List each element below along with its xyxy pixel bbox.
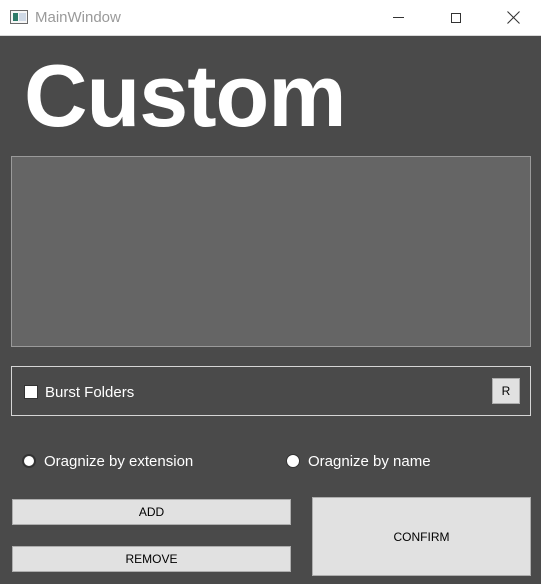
confirm-button[interactable]: CONFIRM xyxy=(312,497,531,576)
add-button[interactable]: ADD xyxy=(12,499,291,525)
maximize-icon xyxy=(451,12,461,23)
organize-by-name-label[interactable]: Oragnize by name xyxy=(308,453,431,470)
organize-by-extension-radio[interactable] xyxy=(22,454,36,468)
remove-button[interactable]: REMOVE xyxy=(12,546,291,572)
minimize-icon xyxy=(392,17,404,18)
folder-list-view[interactable] xyxy=(11,156,531,347)
reset-button[interactable]: R xyxy=(492,378,520,404)
burst-folders-label[interactable]: Burst Folders xyxy=(45,384,134,401)
organize-by-name-radio[interactable] xyxy=(286,454,300,468)
close-icon xyxy=(507,11,520,24)
minimize-button[interactable] xyxy=(369,0,427,35)
close-button[interactable] xyxy=(484,0,541,35)
organize-by-extension-label[interactable]: Oragnize by extension xyxy=(44,453,193,470)
app-window-icon xyxy=(10,10,28,24)
burst-folders-checkbox[interactable] xyxy=(24,385,38,399)
burst-folders-group: Burst Folders R xyxy=(11,366,531,416)
window-title: MainWindow xyxy=(35,9,121,26)
title-bar: MainWindow xyxy=(0,0,541,36)
maximize-button[interactable] xyxy=(427,0,485,35)
page-heading: Custom xyxy=(24,46,347,145)
